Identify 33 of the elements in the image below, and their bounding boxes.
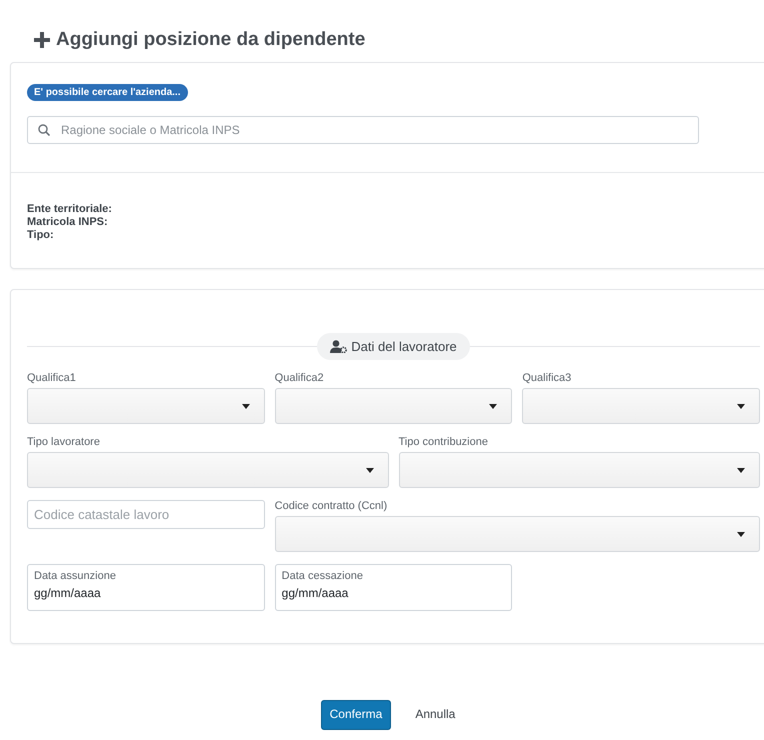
- info-label: Ente territoriale:: [27, 203, 113, 216]
- select-field[interactable]: [274, 388, 512, 424]
- caret-icon: [737, 468, 745, 472]
- field-label: Qualifica1: [27, 372, 77, 384]
- search-field[interactable]: Ragione sociale o Matricola INPS: [27, 116, 699, 144]
- select-field[interactable]: [27, 388, 265, 424]
- caret-icon: [489, 404, 498, 408]
- confirm-button[interactable]: Conferma: [320, 700, 392, 730]
- caret-icon: [737, 404, 745, 408]
- section-heading: Dati del lavoratore: [317, 333, 470, 360]
- field-label: Codice contratto (Ccnl): [274, 500, 388, 512]
- cancel-link[interactable]: Annulla: [407, 701, 464, 729]
- field-label: Tipo contribuzione: [398, 436, 489, 448]
- select-field[interactable]: [274, 516, 760, 552]
- field-label: Qualifica3: [522, 372, 572, 384]
- field-label: Qualifica2: [274, 372, 325, 384]
- caret-icon: [737, 532, 745, 536]
- date-field[interactable]: Data assunzione gg/mm/aaaa: [27, 564, 265, 611]
- field-label: Tipo lavoratore: [27, 436, 101, 448]
- search-icon: [38, 124, 50, 136]
- caret-icon: [366, 468, 374, 472]
- page-title: Aggiungi posizione da dipendente: [56, 29, 366, 51]
- select-field[interactable]: [398, 452, 760, 488]
- date-field[interactable]: Data cessazione gg/mm/aaaa: [274, 564, 512, 611]
- user-gear-icon: [330, 340, 348, 353]
- plus-icon: [34, 32, 50, 48]
- select-field[interactable]: [522, 388, 760, 424]
- info-label: Tipo:: [27, 229, 55, 242]
- caret-icon: [242, 404, 250, 408]
- input-field[interactable]: Codice catastale lavoro: [27, 500, 265, 529]
- hint-label: E' possibile cercare l'azienda...: [27, 84, 188, 101]
- select-field[interactable]: [27, 452, 388, 488]
- info-label: Matricola INPS:: [27, 216, 109, 229]
